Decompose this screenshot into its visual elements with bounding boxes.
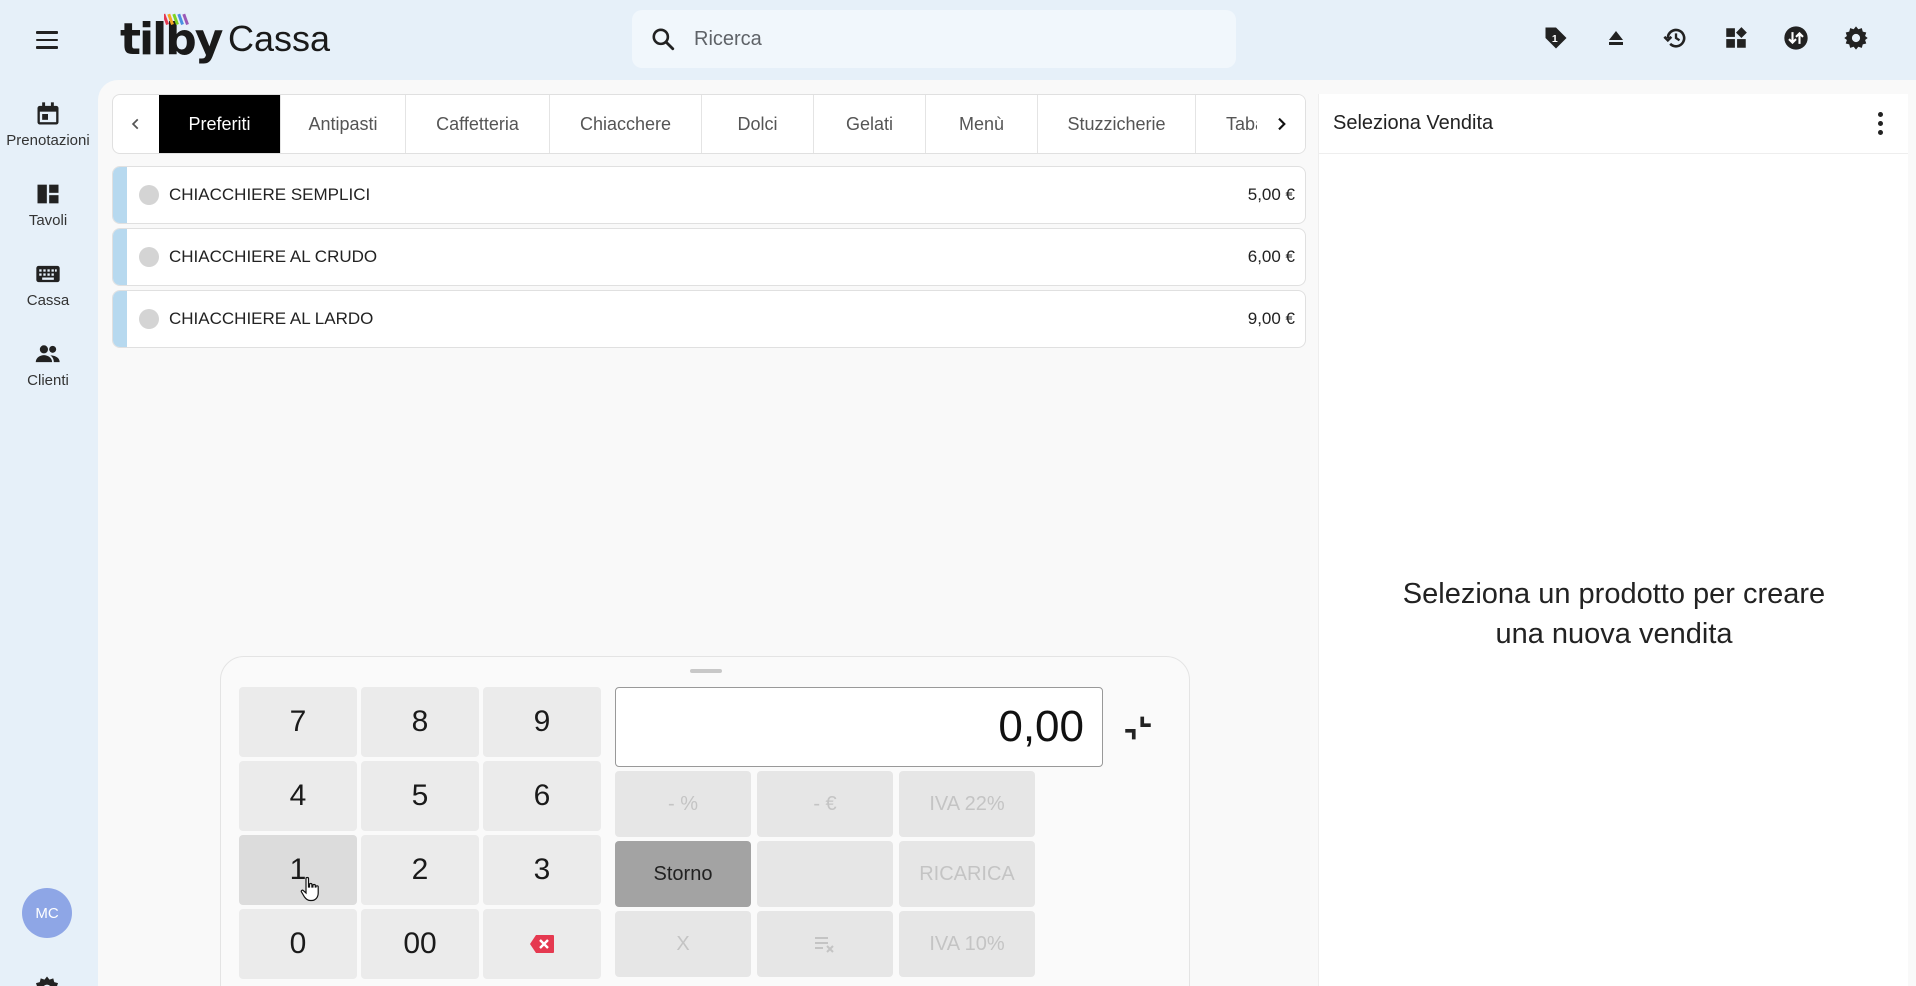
sync-icon[interactable] [1780, 22, 1812, 54]
vat-22-button[interactable]: IVA 22% [899, 771, 1035, 837]
keyboard-icon [36, 265, 60, 283]
key-0[interactable]: 0 [239, 909, 357, 979]
key-4[interactable]: 4 [239, 761, 357, 831]
logo-stripes-icon [164, 13, 189, 25]
empty-button[interactable] [757, 841, 893, 907]
more-vert-icon[interactable] [1876, 112, 1884, 135]
nav-label: Cassa [26, 292, 70, 309]
search-bar[interactable] [632, 10, 1236, 68]
category-stripe [113, 167, 127, 223]
category-stripe [113, 229, 127, 285]
storno-button[interactable]: Storno [615, 841, 751, 907]
nav-label: Prenotazioni [6, 132, 90, 149]
sale-title[interactable]: Seleziona Vendita [1333, 112, 1493, 135]
tab-dolci[interactable]: Dolci [702, 95, 814, 153]
key-5[interactable]: 5 [361, 761, 479, 831]
history-icon[interactable] [1660, 22, 1692, 54]
product-dot [139, 185, 159, 205]
key-6[interactable]: 6 [483, 761, 601, 831]
chevron-right-icon [1278, 117, 1286, 131]
tab-menu[interactable]: Menù [926, 95, 1038, 153]
clear-list-button[interactable] [757, 911, 893, 977]
tab-preferiti[interactable]: Preferiti [159, 95, 281, 153]
key-9[interactable]: 9 [483, 687, 601, 757]
tables-icon [37, 184, 59, 204]
product-dot [139, 247, 159, 267]
tab-gelati[interactable]: Gelati [814, 95, 926, 153]
product-dot [139, 309, 159, 329]
numpad-panel: 7 8 9 4 5 6 1 2 3 0 00 0,00 - % - € IVA … [220, 656, 1190, 986]
collapse-icon[interactable] [1121, 711, 1155, 745]
product-name: CHIACCHIERE AL LARDO [169, 309, 374, 328]
key-3[interactable]: 3 [483, 835, 601, 905]
page-title: Cassa [228, 18, 331, 59]
discount-amount-button[interactable]: - € [757, 771, 893, 837]
nav-label: Tavoli [28, 212, 68, 229]
product-price: 5,00 € [1247, 185, 1295, 204]
settings-icon[interactable] [1840, 22, 1872, 54]
tab-chiacchere[interactable]: Chiacchere [550, 95, 702, 153]
product-name: CHIACCHIERE SEMPLICI [169, 185, 371, 204]
key-8[interactable]: 8 [361, 687, 479, 757]
multiply-button[interactable]: X [615, 911, 751, 977]
logo: tilby [120, 13, 223, 66]
toolbar-icons: 1 [1540, 22, 1872, 54]
product-list: CHIACCHIERE SEMPLICI 5,00 € CHIACCHIERE … [112, 166, 1306, 352]
tab-stuzzicherie[interactable]: Stuzzicherie [1038, 95, 1196, 153]
nav-item-clienti[interactable]: Clienti [0, 340, 96, 389]
product-name: CHIACCHIERE AL CRUDO [169, 247, 378, 266]
sale-header: Seleziona Vendita [1319, 94, 1908, 154]
tab-antipasti[interactable]: Antipasti [281, 95, 406, 153]
menu-button[interactable] [28, 22, 66, 58]
avatar[interactable]: MC [22, 888, 72, 938]
badge-count: 1 [1552, 33, 1558, 45]
chevron-left-icon [131, 118, 139, 130]
calendar-icon [37, 102, 59, 125]
tabs-prev-button[interactable] [113, 95, 159, 153]
product-price: 6,00 € [1247, 247, 1295, 266]
backspace-button[interactable] [483, 909, 601, 979]
nav-item-tavoli[interactable]: Tavoli [0, 180, 96, 229]
category-stripe [113, 291, 127, 347]
top-bar: tilby Cassa 1 [0, 0, 1916, 80]
product-item[interactable]: CHIACCHIERE SEMPLICI 5,00 € [112, 166, 1306, 224]
product-price: 9,00 € [1247, 309, 1295, 328]
tabs-next-button[interactable] [1257, 95, 1305, 153]
drag-handle[interactable] [690, 669, 722, 673]
vat-10-button[interactable]: IVA 10% [899, 911, 1035, 977]
function-keys: - % - € IVA 22% Storno RICARICA X IVA 10… [615, 771, 1035, 977]
category-tabs: Preferiti Antipasti Caffetteria Chiacche… [112, 94, 1306, 154]
nav-item-prenotazioni[interactable]: Prenotazioni [0, 100, 96, 149]
search-icon [652, 28, 675, 51]
eject-icon[interactable] [1600, 22, 1632, 54]
price-tag-icon[interactable]: 1 [1540, 22, 1572, 54]
numeric-keys: 7 8 9 4 5 6 1 2 3 0 00 [239, 687, 601, 979]
tab-caffetteria[interactable]: Caffetteria [406, 95, 550, 153]
product-item[interactable]: CHIACCHIERE AL CRUDO 6,00 € [112, 228, 1306, 286]
key-7[interactable]: 7 [239, 687, 357, 757]
settings-icon[interactable] [32, 974, 62, 986]
side-nav: Prenotazioni Tavoli Cassa Clienti MC [0, 80, 96, 986]
nav-label: Clienti [27, 372, 69, 389]
hand-cursor-icon [300, 876, 319, 902]
ricarica-button[interactable]: RICARICA [899, 841, 1035, 907]
sale-panel: Seleziona Vendita Seleziona un prodotto … [1318, 94, 1908, 986]
empty-sale-message: Seleziona un prodotto per creare una nuo… [1402, 578, 1826, 650]
key-00[interactable]: 00 [361, 909, 479, 979]
search-input[interactable] [694, 27, 1214, 51]
key-1[interactable]: 1 [239, 835, 357, 905]
clear-list-icon [815, 937, 834, 953]
discount-percent-button[interactable]: - % [615, 771, 751, 837]
product-item[interactable]: CHIACCHIERE AL LARDO 9,00 € [112, 290, 1306, 348]
people-icon [35, 345, 60, 363]
key-2[interactable]: 2 [361, 835, 479, 905]
amount-display[interactable]: 0,00 [615, 687, 1103, 767]
dashboard-icon[interactable] [1720, 22, 1752, 54]
nav-item-cassa[interactable]: Cassa [0, 260, 96, 309]
backspace-icon [530, 935, 554, 953]
